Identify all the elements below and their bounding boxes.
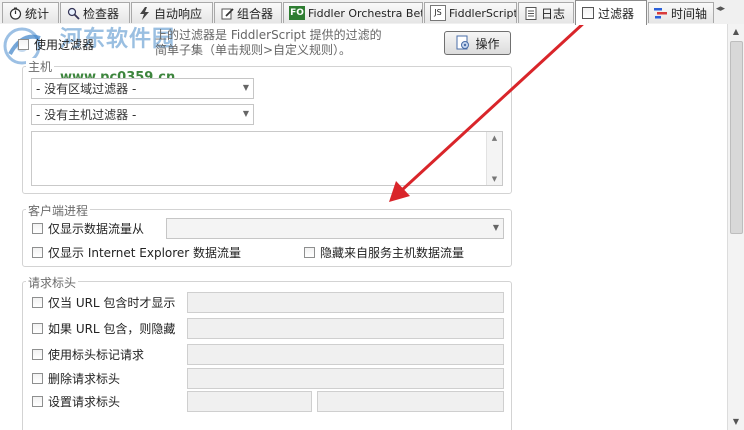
scroll-down-icon[interactable]: ▼ <box>728 414 744 430</box>
tab-label: 过滤器 <box>598 6 635 21</box>
tab-composer[interactable]: 组合器 <box>214 2 282 23</box>
scrollbar-thumb[interactable] <box>730 41 743 234</box>
tab-label: 检查器 <box>83 6 120 21</box>
tab-label: 组合器 <box>237 6 274 21</box>
tab-fiddlerscript[interactable]: JS FiddlerScript <box>424 2 517 23</box>
tab-fiddler-orchestra[interactable]: FO Fiddler Orchestra Beta <box>283 2 423 23</box>
tab-label: 统计 <box>25 6 50 21</box>
lightning-icon <box>137 6 151 20</box>
tab-label: 日志 <box>541 6 566 21</box>
tab-label: Fiddler Orchestra Beta <box>308 6 423 20</box>
filters-panel: 河东软件园 www.pc0359.cn 使用过滤器 上的过滤器是 Fiddler… <box>0 24 728 430</box>
tab-inspectors[interactable]: 检查器 <box>60 2 130 23</box>
tab-label: 自动响应 <box>154 6 203 21</box>
tab-timeline[interactable]: 时间轴 <box>648 2 714 23</box>
fo-icon: FO <box>289 6 305 20</box>
timeline-icon <box>654 6 668 20</box>
log-icon <box>524 6 538 20</box>
tab-log[interactable]: 日志 <box>518 2 574 23</box>
edit-icon <box>220 6 234 20</box>
tab-label: 时间轴 <box>671 6 708 21</box>
annotation-arrow <box>389 24 585 202</box>
tab-overflow-icon[interactable]: ◂▸ <box>716 4 726 20</box>
filter-checkbox-icon <box>581 6 595 20</box>
tab-label: FiddlerScript <box>449 6 517 20</box>
script-icon: JS <box>430 5 446 21</box>
tab-filters[interactable]: 过滤器 <box>575 0 647 25</box>
tab-autoresponder[interactable]: 自动响应 <box>131 2 213 23</box>
tab-statistics[interactable]: 统计 <box>2 2 59 23</box>
scroll-up-icon[interactable]: ▲ <box>728 24 744 40</box>
magnifier-icon <box>66 6 80 20</box>
stopwatch-icon <box>8 6 22 20</box>
tab-strip: 统计 检查器 自动响应 组合器 FO Fiddler Orchestra Bet… <box>0 0 744 25</box>
main-scrollbar[interactable]: ▲ ▼ <box>727 24 744 430</box>
